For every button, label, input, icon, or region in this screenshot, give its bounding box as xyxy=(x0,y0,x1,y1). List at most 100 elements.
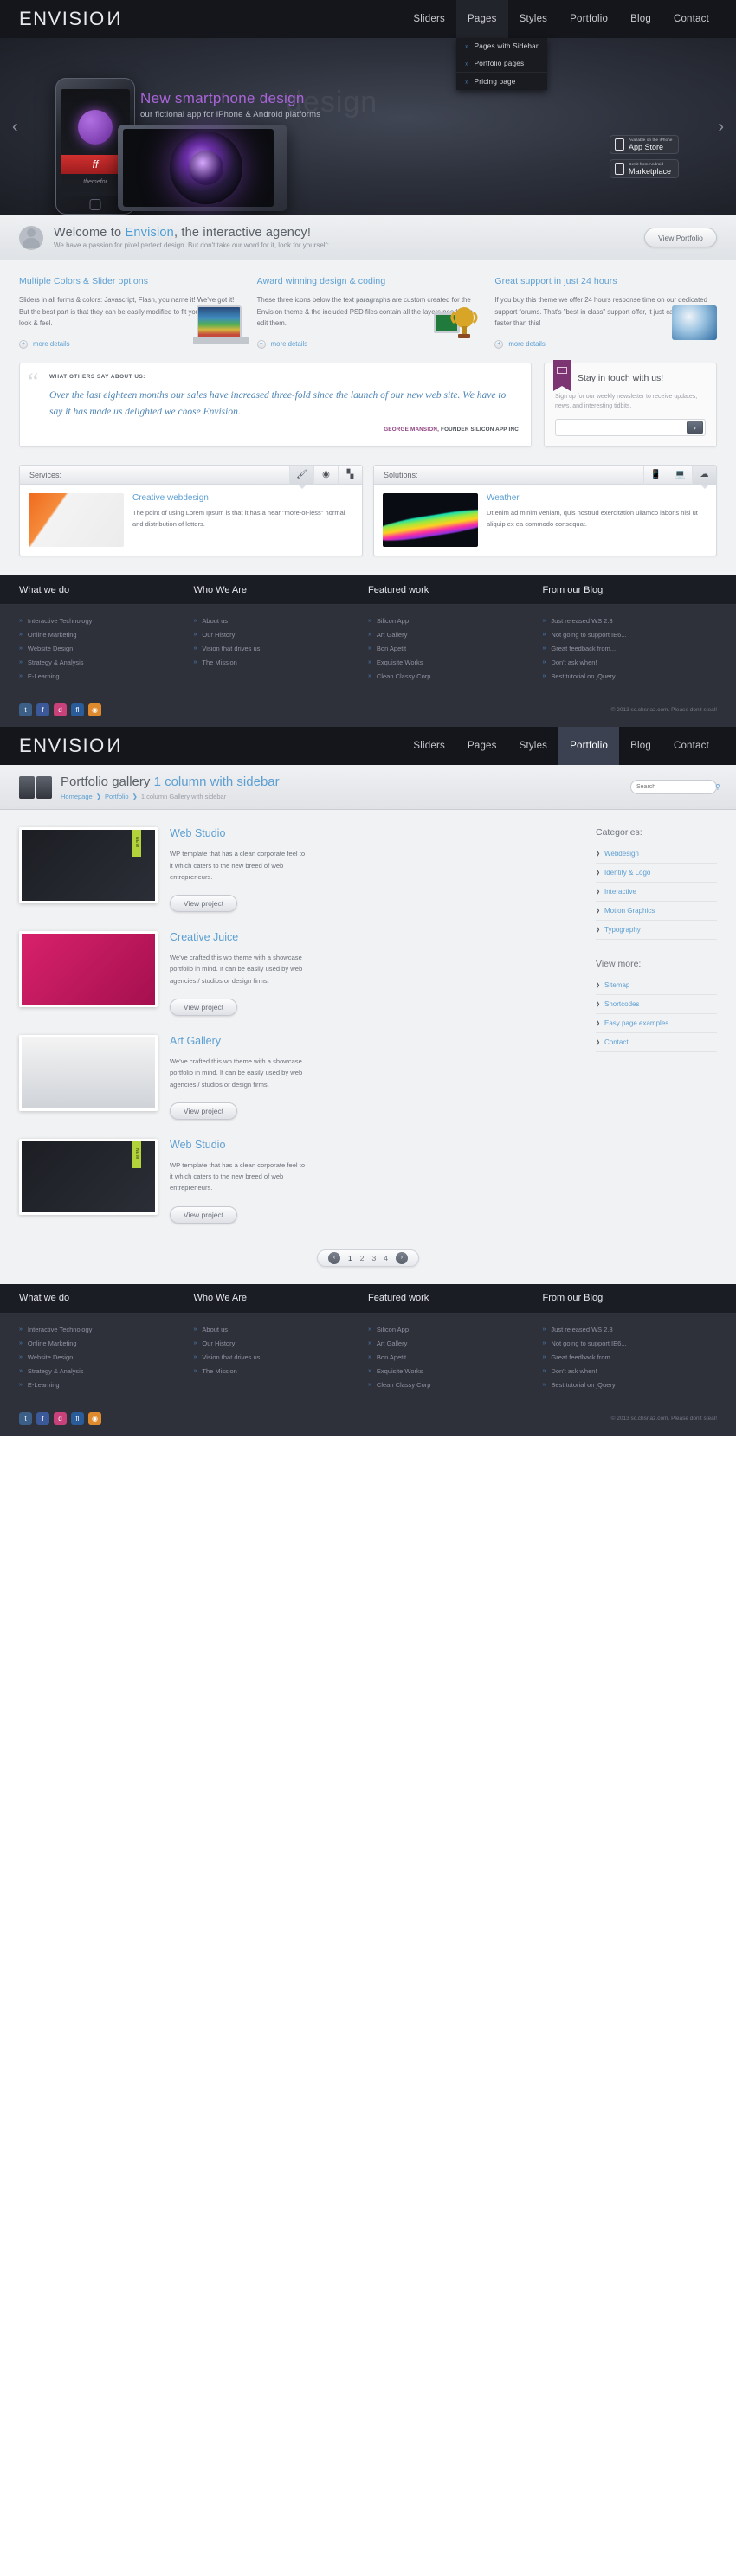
portfolio-thumbnail[interactable] xyxy=(19,1034,158,1111)
footer-link[interactable]: » Best tutorial on jQuery xyxy=(543,1381,718,1389)
footer-link[interactable]: » E-Learning xyxy=(19,672,194,680)
footer-link[interactable]: » Just released WS 2.3 xyxy=(543,617,718,625)
footer-link[interactable]: » The Mission xyxy=(194,1367,369,1375)
search-icon[interactable]: ⚲ xyxy=(715,783,720,791)
footer-link[interactable]: » Great feedback from... xyxy=(543,1353,718,1361)
desktop-icon[interactable]: 💻 xyxy=(668,466,692,485)
footer-link[interactable]: » Strategy & Analysis xyxy=(19,1367,194,1375)
dribbble-icon[interactable]: d xyxy=(54,703,67,717)
flickr-icon[interactable]: fl xyxy=(71,1411,84,1425)
category-item[interactable]: Typography xyxy=(596,921,717,941)
footer-link[interactable]: » About us xyxy=(194,617,369,625)
newsletter-email-input[interactable] xyxy=(556,420,687,436)
nav-item-sliders[interactable]: Sliders xyxy=(402,0,456,38)
category-item[interactable]: Identity & Logo xyxy=(596,864,717,883)
footer-link[interactable]: » Just released WS 2.3 xyxy=(543,1326,718,1333)
footer-link[interactable]: » Art Gallery xyxy=(368,631,543,639)
viewmore-item[interactable]: Easy page examples xyxy=(596,1014,717,1034)
pagination-prev-icon[interactable]: ‹ xyxy=(328,1251,341,1264)
nav-item-styles[interactable]: Styles xyxy=(508,0,559,38)
footer-link[interactable]: » Don't ask when! xyxy=(543,1367,718,1375)
footer-link[interactable]: » Clean Classy Corp xyxy=(368,672,543,680)
chart-icon[interactable]: ▚ xyxy=(338,466,362,485)
site-logo[interactable]: ENVISION xyxy=(19,8,120,30)
portfolio-thumbnail[interactable]: NEW xyxy=(19,827,158,904)
breadcrumb-section[interactable]: Portfolio xyxy=(105,793,129,800)
rss-icon[interactable]: ◉ xyxy=(88,1411,101,1425)
cloud-icon[interactable]: ☁ xyxy=(692,466,716,485)
footer-link[interactable]: » Bon Apetit xyxy=(368,645,543,652)
view-project-button[interactable]: View project xyxy=(170,1205,237,1224)
footer-link[interactable]: » Great feedback from... xyxy=(543,645,718,652)
footer-link[interactable]: » Silicon App xyxy=(368,617,543,625)
dribbble-icon[interactable]: d xyxy=(54,1411,67,1425)
pagination-page-4[interactable]: 4 xyxy=(384,1254,388,1262)
android-marketplace-button[interactable]: Get it from Android Marketplace xyxy=(610,159,679,178)
viewmore-item[interactable]: Sitemap xyxy=(596,976,717,996)
camera-icon[interactable]: ◉ xyxy=(313,466,338,485)
slider-prev-arrow-icon[interactable]: ‹ xyxy=(12,117,18,137)
portfolio-thumbnail[interactable] xyxy=(19,931,158,1008)
footer-link[interactable]: » Bon Apetit xyxy=(368,1353,543,1361)
nav2-item-contact[interactable]: Contact xyxy=(662,727,720,765)
footer-link[interactable]: » E-Learning xyxy=(19,1381,194,1389)
services-thumbnail[interactable] xyxy=(29,493,124,548)
footer-link[interactable]: » Exquisite Works xyxy=(368,1367,543,1375)
twitter-icon[interactable]: t xyxy=(19,703,32,717)
brush-icon[interactable]: 🖌 xyxy=(289,466,313,485)
dropdown-item-portfolio-pages[interactable]: » Portfolio pages xyxy=(455,55,547,73)
footer-link[interactable]: » Art Gallery xyxy=(368,1339,543,1347)
facebook-icon[interactable]: f xyxy=(36,703,49,717)
footer-link[interactable]: » The Mission xyxy=(194,658,369,666)
nav-item-blog[interactable]: Blog xyxy=(619,0,662,38)
pagination-page-1[interactable]: 1 xyxy=(348,1254,352,1262)
footer-link[interactable]: » Best tutorial on jQuery xyxy=(543,672,718,680)
footer-link[interactable]: » Vision that drives us xyxy=(194,645,369,652)
slider-next-arrow-icon[interactable]: › xyxy=(718,117,724,137)
feature-more-link[interactable]: + more details xyxy=(494,339,717,349)
viewmore-item[interactable]: Shortcodes xyxy=(596,995,717,1015)
twitter-icon[interactable]: t xyxy=(19,1411,32,1425)
footer-link[interactable]: » Website Design xyxy=(19,1353,194,1361)
pagination-page-2[interactable]: 2 xyxy=(360,1254,365,1262)
footer-link[interactable]: » Don't ask when! xyxy=(543,658,718,666)
footer-link[interactable]: » About us xyxy=(194,1326,369,1333)
mobile-icon[interactable]: 📱 xyxy=(643,466,668,485)
site-logo-2[interactable]: ENVISION xyxy=(19,735,120,757)
footer-link[interactable]: » Online Marketing xyxy=(19,631,194,639)
nav2-item-blog[interactable]: Blog xyxy=(619,727,662,765)
nav-item-pages[interactable]: Pages » Pages with Sidebar » Portfolio pag… xyxy=(455,0,547,90)
solutions-thumbnail[interactable] xyxy=(383,493,478,548)
footer-link[interactable]: » Clean Classy Corp xyxy=(368,1381,543,1389)
category-item[interactable]: Webdesign xyxy=(596,845,717,864)
view-project-button[interactable]: View project xyxy=(170,895,237,913)
footer-link[interactable]: » Website Design xyxy=(19,645,194,652)
facebook-icon[interactable]: f xyxy=(36,1411,49,1425)
viewmore-item[interactable]: Contact xyxy=(596,1033,717,1053)
footer-link[interactable]: » Interactive Technology xyxy=(19,617,194,625)
app-store-button[interactable]: Available on the iPhone App Store xyxy=(610,135,679,154)
view-portfolio-button[interactable]: View Portfolio xyxy=(644,228,717,247)
newsletter-submit-button[interactable]: › xyxy=(687,421,703,435)
view-project-button[interactable]: View project xyxy=(170,1102,237,1120)
footer-link[interactable]: » Interactive Technology xyxy=(19,1326,194,1333)
category-item[interactable]: Motion Graphics xyxy=(596,902,717,922)
nav-item-portfolio[interactable]: Portfolio xyxy=(558,0,619,38)
search-input[interactable] xyxy=(636,784,715,791)
nav2-item-pages[interactable]: Pages xyxy=(456,727,508,765)
footer-link[interactable]: » Exquisite Works xyxy=(368,658,543,666)
pagination-next-icon[interactable]: › xyxy=(395,1251,408,1264)
portfolio-thumbnail[interactable]: NEW xyxy=(19,1138,158,1215)
breadcrumb-home[interactable]: Homepage xyxy=(61,793,93,800)
dropdown-item-pages-with-sidebar[interactable]: » Pages with Sidebar xyxy=(455,38,547,55)
pagination-page-3[interactable]: 3 xyxy=(372,1254,377,1262)
view-project-button[interactable]: View project xyxy=(170,998,237,1016)
footer-link[interactable]: » Online Marketing xyxy=(19,1339,194,1347)
footer-link[interactable]: » Not going to support IE6... xyxy=(543,1339,718,1347)
footer-link[interactable]: » Vision that drives us xyxy=(194,1353,369,1361)
flickr-icon[interactable]: fl xyxy=(71,703,84,717)
footer-link[interactable]: » Our History xyxy=(194,1339,369,1347)
category-item[interactable]: Interactive xyxy=(596,883,717,903)
dropdown-item-pricing-page[interactable]: » Pricing page xyxy=(456,73,547,90)
nav2-item-portfolio[interactable]: Portfolio xyxy=(558,727,620,766)
